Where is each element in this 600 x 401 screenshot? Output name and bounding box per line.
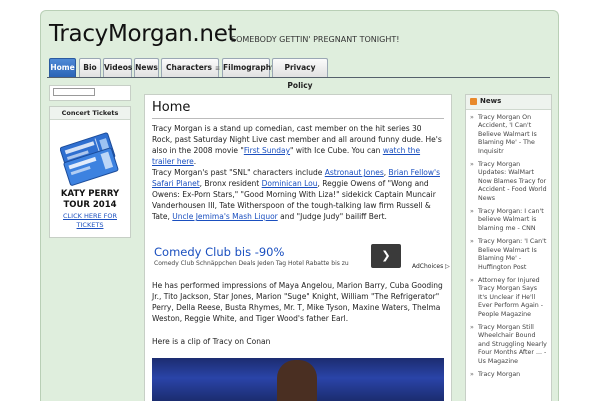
news-link[interactable]: Tracy Morgan: 'I Can't Believe Walmart I… [478,238,546,270]
tab-videos[interactable]: Videos [103,58,132,77]
ad-arrow-button[interactable]: ❯ [371,244,401,268]
tab-bio[interactable]: Bio [79,58,101,77]
site-title[interactable]: TracyMorgan.net [49,21,237,47]
link-uncle-jemima[interactable]: Uncle Jemima's Mash Liquor [172,212,277,221]
clip-caption: Here is a clip of Tracy on Conan [152,337,271,346]
tab-characters-label: Characters [166,63,212,72]
video-thumbnail [277,360,317,401]
text: . [193,157,197,166]
news-widget-title: News [480,97,502,105]
ad-choices[interactable]: AdChoices ▷ [412,263,450,270]
tab-home[interactable]: Home [49,58,76,77]
page-title: Home [152,100,191,115]
news-widget-header: News [466,95,551,110]
list-item[interactable]: » Tracy Morgan [470,371,548,379]
left-sidebar: Concert Tickets KATY PERRY TOUR 2014 CLI… [49,85,131,401]
bullet-icon: » [470,161,474,169]
list-item[interactable]: » Tracy Morgan On Accident, 'I Can't Beli… [470,114,548,156]
news-link[interactable]: Tracy Morgan Updates: WalMart Now Blames… [478,161,547,202]
bullet-icon: » [470,276,474,284]
tab-privacy-policy[interactable]: Privacy Policy [272,58,328,90]
video-player[interactable] [152,358,444,401]
widget-title: Concert Tickets [50,107,130,120]
search-widget [49,85,131,101]
bullet-icon: » [470,114,474,121]
page-wrapper: TracyMorgan.net SOMEBODY GETTIN' PREGNAN… [40,10,559,401]
impressions-paragraph: He has performed impressions of Maya Ang… [152,281,443,323]
ticket-widget: Concert Tickets KATY PERRY TOUR 2014 CLI… [49,106,131,238]
tab-characters[interactable]: Characters ≡ [161,58,220,77]
list-item[interactable]: » Tracy Morgan Updates: WalMart Now Blame… [470,161,548,203]
text: Tracy Morgan's past "SNL" characters inc… [152,168,325,177]
list-item[interactable]: » Tracy Morgan: 'I Can't Believe Walmart … [470,238,548,272]
characters-paragraph: Tracy Morgan's past "SNL" characters inc… [152,167,444,222]
ad-subtitle: Comedy Club Schnäppchen Deals Jeden Tag … [154,260,349,267]
intro-paragraph: Tracy Morgan is a stand up comedian, cas… [152,123,444,167]
main-content: Home Tracy Morgan is a stand up comedian… [144,94,452,401]
right-sidebar: News » Tracy Morgan On Accident, 'I Can't… [465,94,552,401]
bullet-icon: » [470,238,474,246]
text: " with Ice Cube. You can [290,146,383,155]
bullet-icon: » [470,370,474,378]
bullet-icon: » [470,208,474,216]
list-item[interactable]: » Tracy Morgan Still Wheelchair Bound and… [470,324,548,366]
list-item[interactable]: » Attorney for Injured Tracy Morgan Says … [470,277,548,319]
list-item[interactable]: » Tracy Morgan: I can't believe Walmart i… [470,208,548,233]
chevron-down-icon: ≡ [214,65,220,72]
search-input[interactable] [53,88,95,96]
ticket-title: KATY PERRY TOUR 2014 [60,189,120,210]
rss-icon[interactable] [470,98,477,105]
ticket-image[interactable] [60,127,120,187]
text: , Bronx resident [199,179,262,188]
site-tagline: SOMEBODY GETTIN' PREGNANT TONIGHT! [231,35,400,44]
nav-divider [47,77,550,78]
ticket-link[interactable]: CLICK HERE FOR TICKETS [50,212,130,230]
title-divider [152,118,444,119]
news-link[interactable]: Tracy Morgan: I can't believe Walmart is… [478,208,544,232]
ad-banner[interactable]: Comedy Club bis -90% Comedy Club Schnäpp… [152,243,450,273]
news-link[interactable]: Tracy Morgan [478,371,520,378]
tab-filmography[interactable]: Filmography [222,58,276,77]
tab-news[interactable]: News [134,58,159,77]
news-list: » Tracy Morgan On Accident, 'I Can't Beli… [470,114,548,384]
news-link[interactable]: Tracy Morgan On Accident, 'I Can't Belie… [478,114,537,155]
link-astronaut-jones[interactable]: Astronaut Jones [325,168,384,177]
news-link[interactable]: Attorney for Injured Tracy Morgan Says I… [478,277,543,318]
link-dominican-lou[interactable]: Dominican Lou [262,179,318,188]
ad-title[interactable]: Comedy Club bis -90% [154,245,284,259]
news-link[interactable]: Tracy Morgan Still Wheelchair Bound and … [478,324,547,365]
link-first-sunday[interactable]: First Sunday [244,146,290,155]
bullet-icon: » [470,323,474,331]
text: and "Judge Judy" bailiff Bert. [277,212,387,221]
